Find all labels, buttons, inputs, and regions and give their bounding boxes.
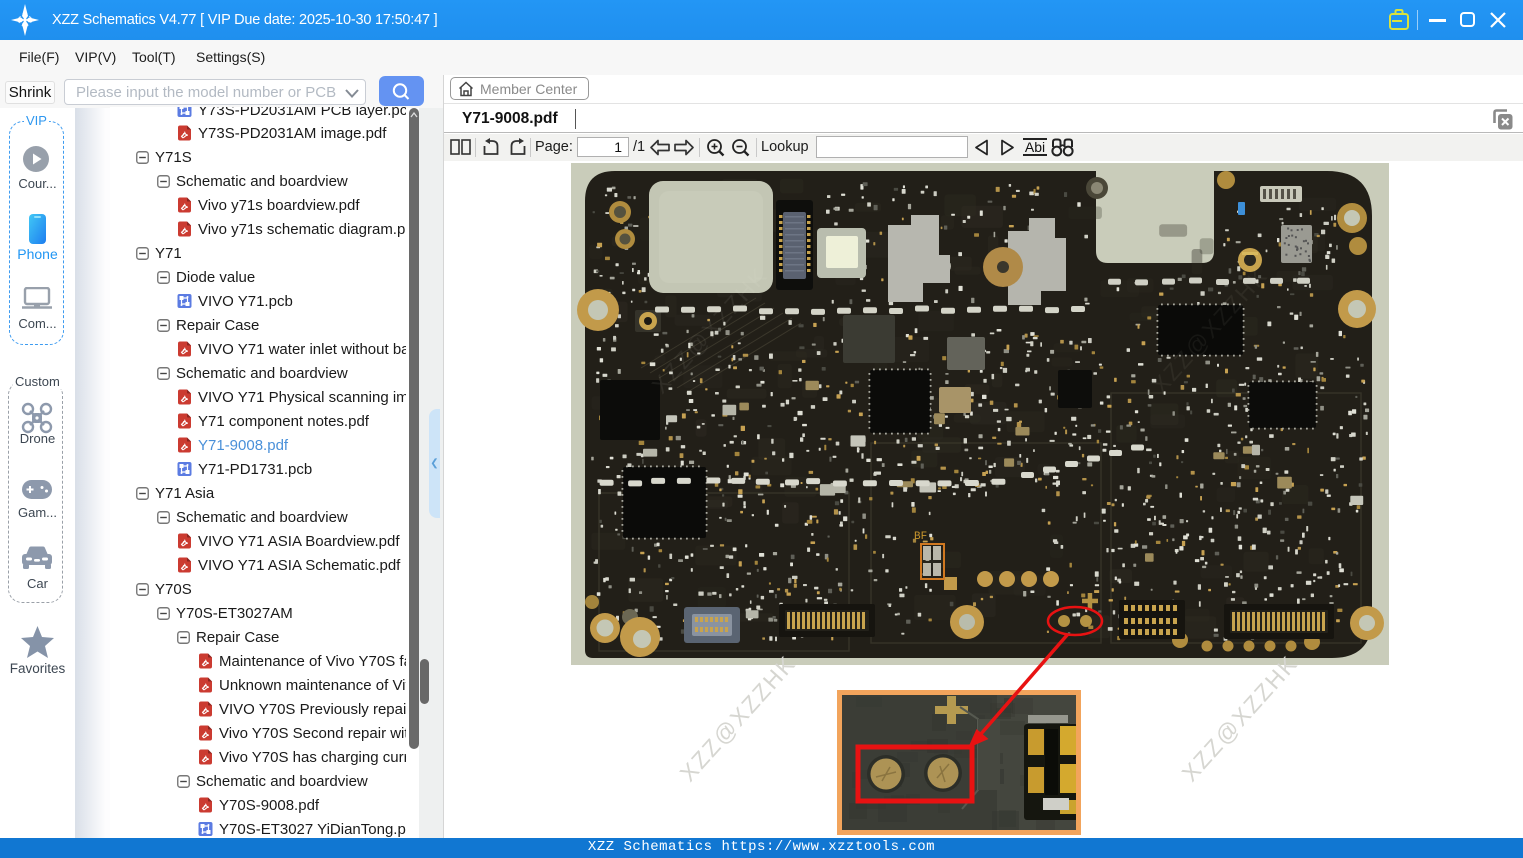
svg-text:BF: BF [914, 531, 927, 543]
